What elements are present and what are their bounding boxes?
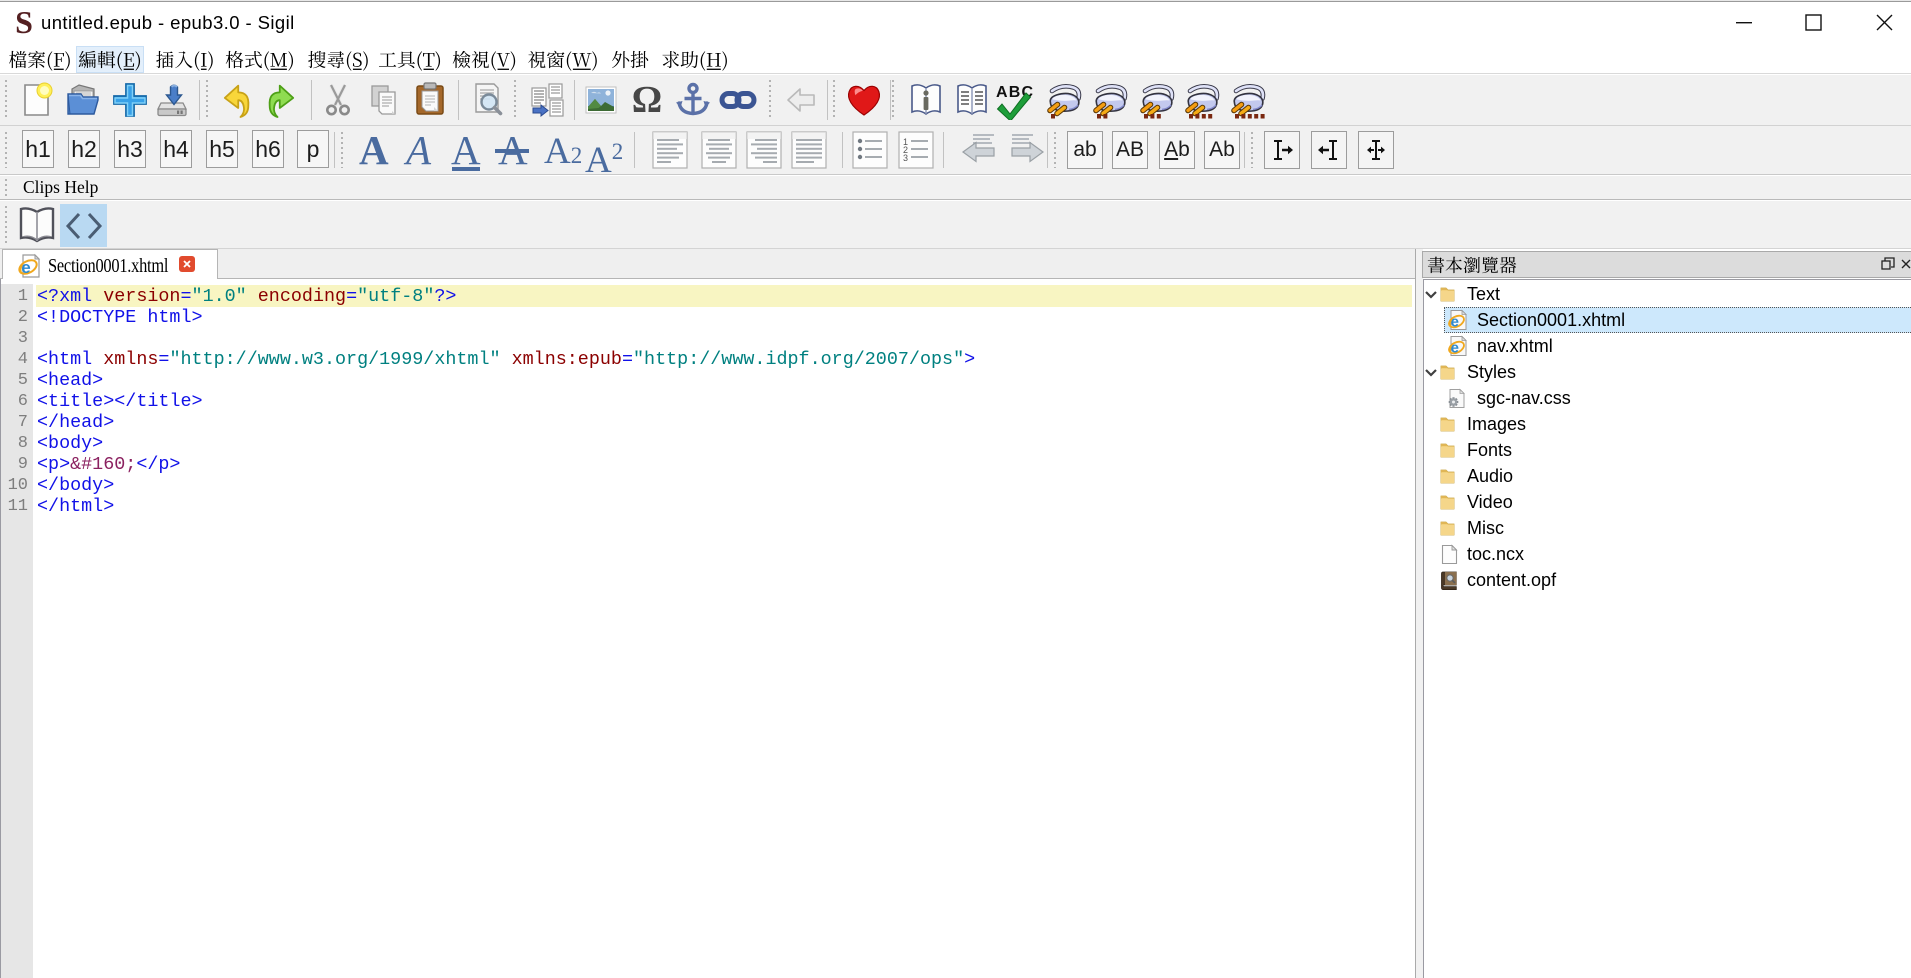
- svg-text:3: 3: [903, 153, 908, 163]
- svg-text:e: e: [1451, 340, 1459, 357]
- svg-text:e: e: [21, 258, 30, 277]
- svg-text:e: e: [1451, 314, 1459, 331]
